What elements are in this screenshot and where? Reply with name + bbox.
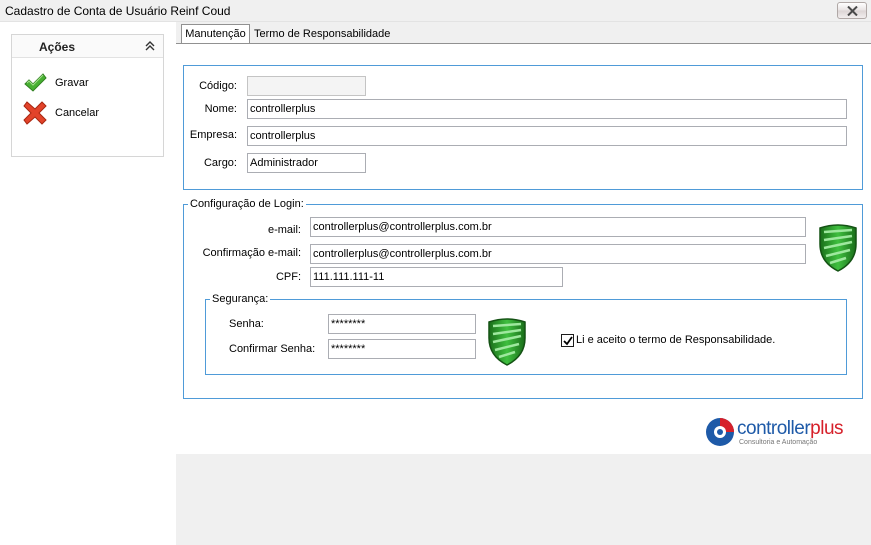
password-valid-shield-icon — [488, 318, 526, 366]
confirm-senha-label: Confirmar Senha: — [229, 343, 316, 355]
save-button[interactable]: Gravar — [23, 71, 153, 95]
confirm-email-field[interactable] — [310, 244, 806, 264]
cancel-button[interactable]: Cancelar — [23, 101, 153, 125]
tab-manutencao-label: Manutenção — [185, 28, 246, 40]
email-field[interactable] — [310, 217, 806, 237]
window-title: Cadastro de Conta de Usuário Reinf Coud — [5, 4, 231, 18]
codigo-label: Código: — [199, 80, 237, 92]
title-bar: Cadastro de Conta de Usuário Reinf Coud — [0, 0, 871, 22]
codigo-field[interactable] — [247, 76, 366, 96]
logo-tagline: Consultoria e Automação — [739, 439, 818, 446]
tab-termo-label: Termo de Responsabilidade — [254, 28, 391, 40]
cpf-label: CPF: — [275, 271, 301, 283]
tab-termo[interactable]: Termo de Responsabilidade — [254, 25, 394, 44]
logo-controller-text: controller — [737, 418, 811, 439]
close-icon — [847, 6, 858, 16]
logo-plus-text: plus — [810, 418, 844, 439]
security-group: Segurança: Senha: Confirmar Senha: — [205, 293, 847, 375]
accept-terms-box[interactable] — [561, 334, 574, 347]
cargo-label: Cargo: — [203, 157, 237, 169]
check-mark-icon — [563, 336, 573, 346]
close-button[interactable] — [837, 2, 867, 19]
controllerplus-logo: controllerplus Consultoria e Automação — [705, 415, 855, 455]
senha-field[interactable] — [328, 314, 476, 334]
actions-panel: Ações Gravar Cancelar — [11, 34, 164, 157]
collapse-chevron-icon[interactable] — [145, 41, 155, 51]
main-panel: Manutenção Termo de Responsabilidade Cód… — [176, 22, 871, 545]
actions-header[interactable]: Ações — [12, 35, 163, 58]
accept-terms-checkbox[interactable]: Li e aceito o termo de Responsabilidade. — [561, 334, 791, 348]
confirm-senha-field[interactable] — [328, 339, 476, 359]
tab-page-manutencao: Código: Nome: Empresa: Cargo: Configuraç… — [176, 43, 871, 454]
email-label: e-mail: — [267, 224, 301, 236]
login-config-legend: Configuração de Login: — [188, 198, 306, 210]
cpf-field[interactable] — [310, 267, 563, 287]
checkmark-icon — [24, 73, 47, 92]
login-config-group: Configuração de Login: e-mail: Confirmaç… — [183, 198, 863, 399]
email-valid-shield-icon — [819, 224, 857, 272]
senha-label: Senha: — [229, 318, 264, 330]
nome-field[interactable] — [247, 99, 847, 119]
tab-manutencao[interactable]: Manutenção — [181, 24, 250, 44]
tab-strip: Manutenção Termo de Responsabilidade — [176, 22, 871, 44]
save-label: Gravar — [55, 77, 89, 89]
actions-title: Ações — [39, 40, 76, 54]
basic-info-group: Código: Nome: Empresa: Cargo: — [183, 65, 863, 190]
confirm-email-label: Confirmação e-mail: — [202, 247, 301, 259]
logo-swirl-icon — [706, 418, 734, 446]
cargo-field[interactable] — [247, 153, 366, 173]
security-legend: Segurança: — [210, 293, 271, 305]
empresa-label: Empresa: — [189, 129, 237, 141]
accept-terms-label: Li e aceito o termo de Responsabilidade. — [576, 334, 776, 346]
left-panel: Ações Gravar Cancelar — [0, 22, 176, 545]
empresa-field[interactable] — [247, 126, 847, 146]
nome-label: Nome: — [204, 103, 237, 115]
cross-icon — [23, 101, 47, 125]
cancel-label: Cancelar — [55, 107, 100, 119]
